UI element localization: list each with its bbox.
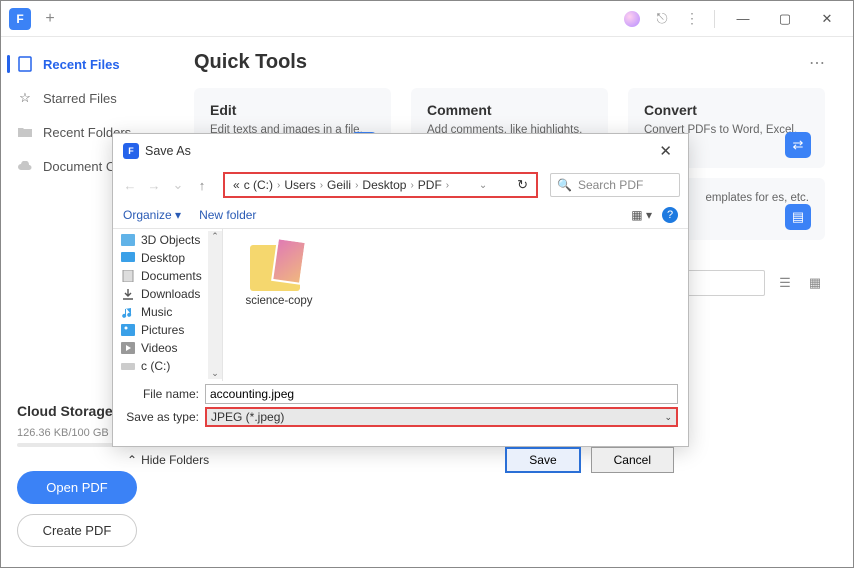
bc-seg[interactable]: Geili [327, 178, 351, 192]
tree-item-pictures[interactable]: Pictures [113, 321, 222, 339]
bc-seg[interactable]: PDF [418, 178, 442, 192]
create-pdf-button[interactable]: Create PDF [17, 514, 137, 547]
star-icon: ☆ [17, 90, 33, 106]
search-folder-input[interactable]: 🔍 Search PDF [550, 173, 680, 197]
cancel-button[interactable]: Cancel [591, 447, 674, 473]
theme-ball-icon[interactable] [620, 7, 644, 31]
bc-seg[interactable]: c (C:) [244, 178, 273, 192]
bc-seg[interactable]: Users [284, 178, 315, 192]
tree-scrollbar[interactable]: ⌃⌄ [208, 231, 222, 379]
bc-seg[interactable]: « [233, 178, 240, 192]
list-view-icon[interactable]: ☰ [775, 273, 795, 293]
grid-view-icon[interactable]: ▦ [805, 273, 825, 293]
titlebar: F + ⎋ ⋮ — ▢ ✕ [1, 1, 853, 37]
minimize-button[interactable]: — [725, 5, 761, 33]
search-placeholder: Search PDF [578, 178, 643, 192]
dialog-title: Save As [145, 144, 191, 158]
folder-tree: 3D Objects Desktop Documents Downloads M… [113, 229, 223, 381]
tree-item-desktop[interactable]: Desktop [113, 249, 222, 267]
dialog-nav: ← → ⌄ ↑ « c (C:)› Users› Geili› Desktop›… [113, 168, 688, 202]
file-icon [17, 56, 33, 72]
folder-thumbnail [250, 239, 308, 291]
savetype-combobox[interactable]: JPEG (*.jpeg) ⌄ [205, 407, 678, 427]
tree-item-3d-objects[interactable]: 3D Objects [113, 231, 222, 249]
folder-name: science-copy [245, 295, 312, 307]
kebab-icon[interactable]: ⋮ [680, 7, 704, 31]
savetype-label: Save as type: [123, 410, 205, 424]
save-button[interactable]: Save [505, 447, 580, 473]
folder-icon [17, 124, 33, 140]
new-tab-button[interactable]: + [39, 8, 61, 30]
close-window-button[interactable]: ✕ [809, 5, 845, 33]
card-title: Convert [644, 102, 809, 118]
savetype-value: JPEG (*.jpeg) [211, 410, 284, 424]
sidebar-item-recent-files[interactable]: Recent Files [1, 47, 166, 81]
nav-history-icon[interactable]: ⌄ [169, 176, 187, 194]
chevron-up-icon: ⌃ [127, 453, 137, 467]
cloud-icon [17, 158, 33, 174]
card-title: Edit [210, 102, 375, 118]
new-folder-button[interactable]: New folder [199, 208, 256, 222]
maximize-button[interactable]: ▢ [767, 5, 803, 33]
nav-up-icon[interactable]: ↑ [193, 176, 211, 194]
help-icon[interactable]: ? [662, 207, 678, 223]
bc-dropdown-icon[interactable]: ⌄ [479, 180, 487, 191]
dialog-toolbar: Organize ▾ New folder ▦ ▾ ? [113, 202, 688, 229]
sidebar-item-label: Recent Files [43, 57, 120, 72]
tree-item-music[interactable]: Music [113, 303, 222, 321]
nav-back-icon[interactable]: ← [121, 176, 139, 194]
save-as-dialog: F Save As ✕ ← → ⌄ ↑ « c (C:)› Users› Gei… [112, 133, 689, 447]
search-icon: 🔍 [557, 178, 572, 192]
quick-tools-title: Quick Tools [194, 51, 307, 74]
sidebar-item-starred-files[interactable]: ☆ Starred Files [1, 81, 166, 115]
organize-menu[interactable]: Organize ▾ [123, 208, 181, 222]
card-title: Comment [427, 102, 592, 118]
bc-seg[interactable]: Desktop [362, 178, 406, 192]
tree-item-downloads[interactable]: Downloads [113, 285, 222, 303]
hide-folders-toggle[interactable]: ⌃ Hide Folders [127, 453, 209, 467]
more-icon[interactable]: ⋯ [809, 53, 825, 73]
folder-item-science-copy[interactable]: science-copy [239, 239, 319, 307]
tree-item-c-drive[interactable]: c (C:) [113, 357, 222, 375]
sidebar-item-label: Starred Files [43, 91, 117, 106]
file-browser-area[interactable]: science-copy [223, 229, 688, 381]
notify-icon[interactable]: ⎋ [650, 7, 674, 31]
view-mode-icon[interactable]: ▦ ▾ [631, 208, 652, 222]
app-logo: F [9, 8, 31, 30]
app-logo-small: F [123, 143, 139, 159]
convert-icon: ⇄ [785, 132, 811, 158]
dialog-titlebar: F Save As ✕ [113, 134, 688, 168]
chevron-down-icon: ⌄ [664, 412, 672, 423]
breadcrumb-bar[interactable]: « c (C:)› Users› Geili› Desktop› PDF› ⌄ … [223, 172, 538, 198]
tree-item-documents[interactable]: Documents [113, 267, 222, 285]
filename-input[interactable] [205, 384, 678, 404]
dialog-close-button[interactable]: ✕ [653, 140, 678, 162]
tree-item-videos[interactable]: Videos [113, 339, 222, 357]
filename-label: File name: [123, 387, 205, 401]
refresh-icon[interactable]: ↻ [517, 177, 528, 193]
templates-icon: ▤ [785, 204, 811, 230]
nav-forward-icon[interactable]: → [145, 176, 163, 194]
